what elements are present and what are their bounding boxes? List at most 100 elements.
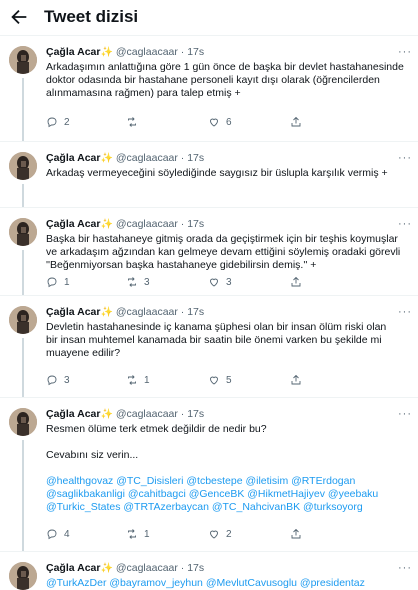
retweet-button[interactable] <box>126 116 208 128</box>
action-bar: 3 1 5 <box>46 374 330 386</box>
tweet-time[interactable]: 17s <box>187 46 204 58</box>
mention-line[interactable]: @saglikbakanligi @cahitbagci @GenceBK @H… <box>46 488 408 501</box>
sparkle-icon: ✨ <box>100 47 113 58</box>
tweet-time[interactable]: 17s <box>187 218 204 230</box>
tweet-line: Cevabını siz verin... <box>46 449 139 461</box>
tweet-time[interactable]: 17s <box>187 152 204 164</box>
retweet-button[interactable]: 1 <box>126 374 208 386</box>
tweet-time[interactable]: 17s <box>187 562 204 574</box>
more-options-icon[interactable]: ··· <box>398 46 412 58</box>
author-name[interactable]: Çağla Acar <box>46 46 100 58</box>
author-handle[interactable]: @caglaacaar <box>116 152 178 164</box>
tweet-text: Resmen ölüme terk etmek değildir de nedi… <box>46 423 408 514</box>
tweet-time[interactable]: 17s <box>187 408 204 420</box>
tweet-text: Başka bir hastahaneye gitmiş orada da ge… <box>46 233 408 272</box>
thread-connector <box>22 78 24 141</box>
page-title: Tweet dizisi <box>44 7 139 26</box>
reply-button[interactable]: 4 <box>46 528 126 540</box>
sparkle-icon: ✨ <box>100 563 113 574</box>
tweet-line: Arkadaş vermeyeceğini söylediğinde saygı… <box>46 167 388 179</box>
tweet-line: Başka bir hastahaneye gitmiş orada da ge… <box>46 233 398 245</box>
more-options-icon[interactable]: ··· <box>398 152 412 164</box>
avatar[interactable] <box>9 152 37 180</box>
tweet-header: Çağla Acar✨ @caglaacaar · 17s <box>46 408 408 421</box>
avatar[interactable] <box>9 408 37 436</box>
author-handle[interactable]: @caglaacaar <box>116 306 178 318</box>
share-icon <box>291 528 301 539</box>
tweet-line: Resmen ölüme terk etmek değildir de nedi… <box>46 423 267 435</box>
mention-line[interactable]: @TurkAzDer @bayramov_jeyhun @MevlutCavus… <box>46 577 408 590</box>
tweet-line: Arkadaşımın anlattığına göre 1 gün önce … <box>46 61 404 73</box>
tweet-header: Çağla Acar✨ @caglaacaar · 17s <box>46 218 408 231</box>
heart-icon <box>210 278 218 287</box>
sparkle-icon: ✨ <box>100 219 113 230</box>
author-handle[interactable]: @caglaacaar <box>116 46 178 58</box>
share-button[interactable] <box>290 116 330 128</box>
like-button[interactable]: 3 <box>208 276 290 288</box>
more-options-icon[interactable]: ··· <box>398 306 412 318</box>
avatar[interactable] <box>9 46 37 74</box>
sparkle-icon: ✨ <box>100 409 113 420</box>
author-name[interactable]: Çağla Acar <box>46 408 100 420</box>
tweet-header: Çağla Acar✨ @caglaacaar · 17s <box>46 152 408 165</box>
action-bar: 1 3 3 <box>46 276 330 288</box>
reply-icon <box>47 375 57 386</box>
tweet[interactable]: Çağla Acar✨ @caglaacaar · 17s Resmen ölü… <box>0 398 418 552</box>
more-options-icon[interactable]: ··· <box>398 562 412 574</box>
author-handle[interactable]: @caglaacaar <box>116 562 178 574</box>
author-handle[interactable]: @caglaacaar <box>116 408 178 420</box>
share-button[interactable] <box>290 374 330 386</box>
separator-dot: · <box>180 152 185 164</box>
more-options-icon[interactable]: ··· <box>398 408 412 420</box>
tweet-time[interactable]: 17s <box>187 306 204 318</box>
reply-count: 3 <box>64 374 70 386</box>
avatar[interactable] <box>9 562 37 590</box>
retweet-button[interactable]: 3 <box>126 276 208 288</box>
heart-icon <box>210 530 218 539</box>
reply-count: 2 <box>64 116 70 128</box>
tweet-line: ve arkadaşım ağzından kan gelmeye devam … <box>46 246 401 258</box>
share-button[interactable] <box>290 276 330 288</box>
tweet-line: ''Beğenmiyorsan başka hastahaneye gidebi… <box>46 259 317 271</box>
reply-count: 1 <box>64 276 70 288</box>
mention-line[interactable]: @healthgovaz @TC_Disisleri @tcbestepe @i… <box>46 475 408 488</box>
like-button[interactable]: 6 <box>208 116 290 128</box>
heart-icon <box>210 118 218 127</box>
like-button[interactable]: 2 <box>208 528 290 540</box>
tweet-header: Çağla Acar✨ @caglaacaar · 17s <box>46 306 408 319</box>
separator-dot: · <box>180 46 185 58</box>
thread-connector <box>22 184 24 207</box>
header-bar: Tweet dizisi <box>0 0 418 36</box>
author-name[interactable]: Çağla Acar <box>46 306 100 318</box>
author-name[interactable]: Çağla Acar <box>46 218 100 230</box>
tweet[interactable]: Çağla Acar✨ @caglaacaar · 17s Başka bir … <box>0 208 418 296</box>
tweet[interactable]: Çağla Acar✨ @caglaacaar · 17s Arkadaş ve… <box>0 142 418 208</box>
share-button[interactable] <box>290 528 330 540</box>
tweet-text: Arkadaşımın anlattığına göre 1 gün önce … <box>46 61 408 100</box>
mention-line[interactable]: @Turkic_States @TRTAzerbaycan @TC_Nahciv… <box>46 501 408 514</box>
more-options-icon[interactable]: ··· <box>398 218 412 230</box>
retweet-button[interactable]: 1 <box>126 528 208 540</box>
avatar[interactable] <box>9 306 37 334</box>
reply-button[interactable]: 3 <box>46 374 126 386</box>
reply-icon <box>47 529 57 540</box>
tweet[interactable]: Çağla Acar✨ @caglaacaar · 17s Devletin h… <box>0 296 418 398</box>
reply-button[interactable]: 2 <box>46 116 126 128</box>
retweet-icon <box>128 277 136 287</box>
avatar[interactable] <box>9 218 37 246</box>
author-handle[interactable]: @caglaacaar <box>116 218 178 230</box>
like-button[interactable]: 5 <box>208 374 290 386</box>
back-arrow-icon[interactable] <box>8 6 30 28</box>
reply-button[interactable]: 1 <box>46 276 126 288</box>
author-name[interactable]: Çağla Acar <box>46 152 100 164</box>
author-name[interactable]: Çağla Acar <box>46 562 100 574</box>
retweet-count: 1 <box>144 374 150 386</box>
tweet[interactable]: Çağla Acar✨ @caglaacaar · 17s Arkadaşımı… <box>0 36 418 142</box>
action-bar: 2 6 <box>46 116 330 128</box>
separator-dot: · <box>180 306 185 318</box>
tweet-thread: Çağla Acar✨ @caglaacaar · 17s Arkadaşımı… <box>0 36 418 590</box>
like-count: 5 <box>226 374 232 386</box>
thread-connector <box>22 338 24 397</box>
tweet[interactable]: Çağla Acar✨ @caglaacaar · 17s @TurkAzDer… <box>0 552 418 590</box>
thread-connector <box>22 250 24 295</box>
